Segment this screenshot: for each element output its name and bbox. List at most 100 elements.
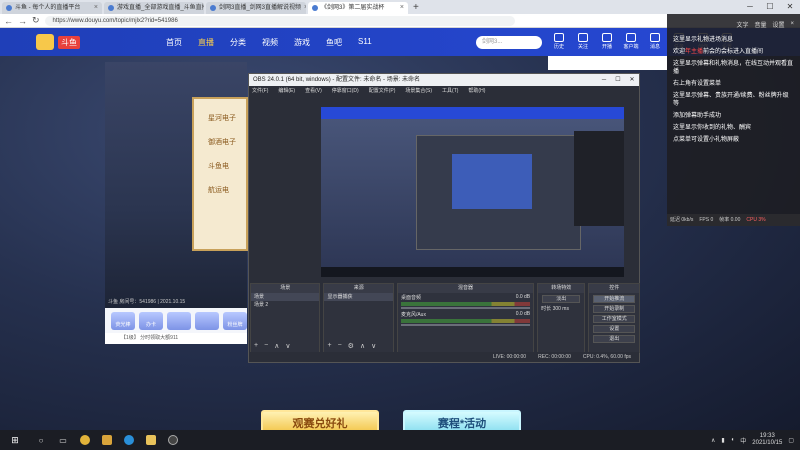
nav-game[interactable]: 游戏 — [294, 37, 310, 48]
start-recording-button[interactable]: 开始录制 — [593, 305, 636, 313]
tray-chevron-icon[interactable]: ∧ — [711, 437, 715, 444]
close-icon[interactable]: ✕ — [625, 74, 639, 86]
close-icon[interactable]: × — [400, 2, 404, 14]
message-button[interactable]: 消息 — [646, 33, 664, 50]
gift-item[interactable] — [167, 311, 191, 330]
browser-tab-active[interactable]: 《剑网3》第二届实战杯 × — [308, 2, 408, 14]
nav-yuba[interactable]: 鱼吧 — [326, 37, 342, 48]
source-item[interactable]: 显示器捕获 — [324, 293, 393, 301]
app-icon[interactable] — [97, 433, 117, 447]
obs-icon[interactable] — [163, 433, 183, 447]
scenes-header: 场景 — [251, 284, 320, 293]
client-button[interactable]: 客户端 — [622, 33, 640, 50]
gift-item[interactable] — [195, 311, 219, 330]
network-icon[interactable]: ▮ — [721, 437, 724, 444]
minimize-icon[interactable]: ─ — [597, 74, 611, 86]
menu-help[interactable]: 帮助(H) — [468, 86, 485, 96]
scene-item[interactable]: 场景 — [251, 293, 320, 301]
down-icon[interactable]: ∨ — [371, 342, 376, 350]
new-tab-button[interactable]: + — [408, 2, 424, 14]
chat-status-bar: 延迟 0kb/s FPS 0 帧率 0.00 CPU 3% — [667, 214, 800, 226]
menu-scene-collection[interactable]: 场景集合(S) — [405, 86, 432, 96]
close-icon[interactable]: × — [304, 2, 306, 14]
studio-mode-button[interactable]: 工作室模式 — [593, 315, 636, 323]
follow-button[interactable]: 关注 — [574, 33, 592, 50]
menu-file[interactable]: 文件(F) — [252, 86, 268, 96]
maximize-icon[interactable]: ☐ — [760, 0, 780, 14]
nav-live[interactable]: 直播 — [198, 37, 214, 48]
preview-nested-chat — [574, 131, 624, 226]
task-view-icon[interactable]: ▭ — [53, 433, 73, 447]
sources-panel: 来源 显示器捕获 + − ⚙ ∧ ∨ — [323, 283, 394, 353]
menu-view[interactable]: 查看(V) — [305, 86, 322, 96]
up-icon[interactable]: ∧ — [274, 342, 279, 350]
rec-timer: REC: 00:00:00 — [538, 354, 571, 360]
channel-db: 0.0 dB — [515, 294, 531, 300]
down-icon[interactable]: ∨ — [285, 342, 290, 350]
gear-icon[interactable]: ⚙ — [348, 342, 354, 350]
remove-icon[interactable]: − — [338, 342, 342, 350]
close-window-icon[interactable]: ✕ — [780, 0, 800, 14]
remove-icon[interactable]: − — [264, 342, 268, 350]
gift-item[interactable]: 荧光棒 — [111, 311, 135, 330]
ime-indicator[interactable]: 中 — [740, 436, 746, 445]
add-icon[interactable]: + — [327, 342, 331, 350]
transitions-panel: 转场特效 淡出 时长 300 ms — [537, 283, 586, 353]
favicon-icon — [312, 5, 318, 11]
volume-icon[interactable]: ◖ — [731, 437, 735, 443]
search-icon[interactable]: ○ — [31, 433, 51, 447]
browser-tab[interactable]: 剑网3直播_剑网3直播解说视频× — [206, 2, 306, 14]
up-icon[interactable]: ∧ — [360, 342, 365, 350]
folder-icon[interactable] — [141, 433, 161, 447]
minimize-icon[interactable]: ─ — [740, 0, 760, 14]
douyu-logo[interactable]: 斗鱼 — [36, 33, 156, 51]
exit-button[interactable]: 退出 — [593, 335, 636, 343]
duration-input[interactable]: 300 ms — [553, 306, 569, 312]
menu-tools[interactable]: 工具(T) — [442, 86, 458, 96]
nav-home[interactable]: 首页 — [166, 37, 182, 48]
menu-profile[interactable]: 配置文件(P) — [369, 86, 396, 96]
broadcast-button[interactable]: 开播 — [598, 33, 616, 50]
close-icon[interactable]: × — [94, 2, 98, 14]
start-streaming-button[interactable]: 开始推流 — [593, 295, 636, 303]
windows-start-icon[interactable]: ⊞ — [0, 435, 30, 446]
obs-preview[interactable] — [321, 107, 624, 277]
favicon-icon — [210, 5, 216, 11]
menu-edit[interactable]: 编辑(E) — [278, 86, 295, 96]
transitions-header: 转场特效 — [538, 284, 585, 293]
close-icon[interactable]: × — [790, 21, 794, 27]
forward-icon[interactable]: → — [18, 16, 27, 26]
mixer-panel: 混音器 桌面音频 0.0 dB 麦克风/Aux 0.0 dB — [396, 283, 535, 353]
clock[interactable]: 19:33 2021/10/15 — [752, 433, 782, 447]
browser-tab[interactable]: 游戏直播_全部游戏直播_斗鱼直播× — [104, 2, 204, 14]
edge-icon[interactable] — [119, 433, 139, 447]
volume-slider[interactable] — [400, 324, 531, 326]
nav-s11[interactable]: S11 — [358, 37, 372, 48]
chrome-icon[interactable] — [75, 433, 95, 447]
reload-icon[interactable]: ↻ — [32, 15, 40, 26]
chat-tab-volume[interactable]: 音量 — [754, 20, 766, 29]
gift-item[interactable]: 粉丝牌 — [223, 311, 247, 330]
address-bar[interactable]: https://www.douyu.com/topic/mjlx2?rid=54… — [44, 15, 515, 26]
notice-bar[interactable]: 【1级】 分时领取大额911 — [105, 333, 247, 344]
back-icon[interactable]: ← — [4, 16, 13, 26]
gift-item[interactable]: 办卡 — [139, 311, 163, 330]
transition-select[interactable]: 淡出 — [542, 295, 581, 303]
nav-video[interactable]: 视频 — [262, 37, 278, 48]
browser-tab[interactable]: 斗鱼 - 每个人的直播平台 × — [2, 2, 102, 14]
menu-docks[interactable]: 停靠窗口(D) — [332, 86, 359, 96]
danmaku-assistant-panel: 文字 音量 设置 × 这里显示礼物进场消息 欢迎年主播前会的会标进入直播间 这里… — [667, 14, 800, 226]
chat-settings[interactable]: 设置 — [772, 20, 784, 29]
add-icon[interactable]: + — [254, 342, 258, 350]
logo-mark-icon — [36, 34, 54, 50]
maximize-icon[interactable]: ☐ — [611, 74, 625, 86]
volume-slider[interactable] — [400, 307, 531, 309]
history-button[interactable]: 历史 — [550, 33, 568, 50]
nav-category[interactable]: 分类 — [230, 37, 246, 48]
scene-item[interactable]: 场景 2 — [251, 301, 319, 309]
notification-icon[interactable]: ▢ — [788, 437, 794, 444]
chat-tab-text[interactable]: 文字 — [736, 20, 748, 29]
settings-button[interactable]: 设置 — [593, 325, 636, 333]
search-input[interactable]: 剑网3... — [476, 36, 542, 49]
chat-message: 这里显示你收到的礼物、酬宾 — [673, 125, 752, 131]
